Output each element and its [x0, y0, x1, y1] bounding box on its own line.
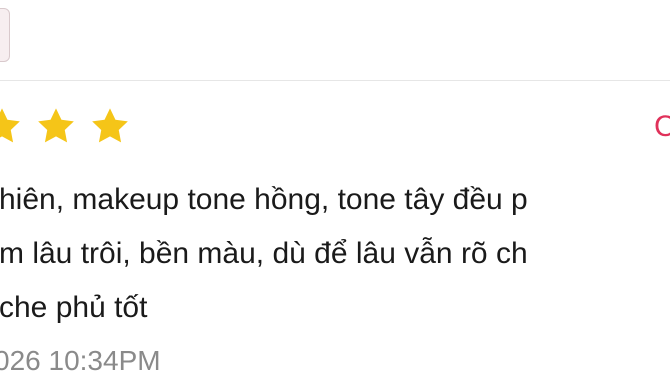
review-action-link[interactable]: C — [654, 110, 670, 144]
review-text-line: m lâu trôi, bền màu, dù để lâu vẫn rõ ch — [0, 237, 528, 270]
review-text-line: hiên, makeup tone hồng, tone tây đều p — [0, 183, 528, 216]
divider — [0, 80, 670, 81]
star-icon — [90, 107, 130, 145]
review-text-line: che phủ tốt — [0, 291, 148, 324]
review-timestamp: 026 10:34PM — [0, 345, 161, 376]
product-header — [0, 0, 670, 80]
review-card: C hiên, makeup tone hồng, tone tây đều p… — [0, 0, 670, 377]
product-thumbnail[interactable] — [0, 8, 10, 62]
rating-stars — [0, 107, 130, 145]
star-icon — [36, 107, 76, 145]
review-text: hiên, makeup tone hồng, tone tây đều p m… — [0, 173, 670, 335]
star-icon — [0, 107, 22, 145]
